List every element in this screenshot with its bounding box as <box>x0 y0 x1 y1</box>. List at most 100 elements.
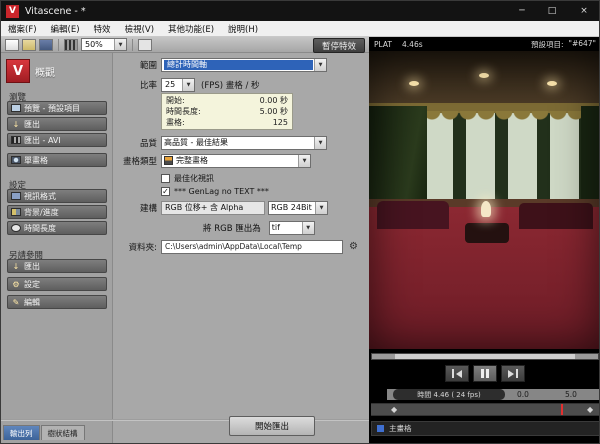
fps-select[interactable]: 25 ▼ <box>161 78 195 92</box>
pause-button[interactable] <box>473 365 497 382</box>
folder-path-field[interactable]: C:\Users\admin\AppData\Local\Temp <box>161 240 343 254</box>
menu-item-effects[interactable]: 特效 <box>87 23 118 35</box>
sidebar-item-video-format[interactable]: 視訊格式 <box>7 189 107 203</box>
minimize-button[interactable]: ─ <box>507 1 537 21</box>
film-icon <box>11 136 21 144</box>
timeline-end-value: 5.0 <box>565 390 577 399</box>
sidebar-item-preview-preset[interactable]: 預覽 - 預設項目 <box>7 101 107 115</box>
tab-tree-structure[interactable]: 樹狀結構 <box>41 425 85 440</box>
skip-end-icon <box>516 369 518 378</box>
build-format-select[interactable]: RGB 24Bit ▼ <box>268 201 328 215</box>
menu-item-file[interactable]: 檔案(F) <box>1 23 44 35</box>
genlag-label: *** GenLag no TEXT *** <box>174 187 269 196</box>
start-export-button[interactable]: 開始匯出 <box>229 416 315 436</box>
frame-type-select[interactable]: 完整畫格 ▼ <box>161 154 311 168</box>
preview-scrollbar[interactable] <box>371 353 599 360</box>
menu-item-help[interactable]: 說明(H) <box>221 23 265 35</box>
keyframe-diamond-icon[interactable]: ◆ <box>587 404 593 415</box>
quality-label: 品質 <box>113 137 157 149</box>
timeline-start-value: 0.0 <box>517 390 529 399</box>
info-value: 125 <box>273 118 288 127</box>
chevron-down-icon[interactable]: ▼ <box>298 155 310 167</box>
menu-item-extras[interactable]: 其他功能(E) <box>161 23 221 35</box>
playhead[interactable] <box>561 404 563 415</box>
sidebar-item-see-also-settings[interactable]: ⚙ 設定 <box>7 277 107 291</box>
vignette <box>369 51 600 349</box>
toolbar: 50% ▼ 暫停特效 <box>1 37 369 53</box>
sidebar-item-duration[interactable]: 時間長度 <box>7 221 107 235</box>
options-icon[interactable] <box>138 39 152 51</box>
range-label: 範圍 <box>113 59 157 71</box>
chevron-down-icon[interactable]: ▼ <box>302 222 314 234</box>
new-document-icon[interactable] <box>5 39 19 51</box>
frame-type-label: 畫格類型 <box>113 155 157 167</box>
sidebar-item-single-frame[interactable]: 單畫格 <box>7 153 107 167</box>
video-preview <box>369 51 600 349</box>
chevron-down-icon[interactable]: ▼ <box>114 39 126 50</box>
preset-value: "#647" <box>569 39 597 50</box>
folder-row: 資料夾: C:\Users\admin\AppData\Local\Temp ⚙ <box>113 239 369 254</box>
timeline-track[interactable]: ◆ ◆ <box>371 403 600 416</box>
skip-end-button[interactable] <box>501 365 525 382</box>
chevron-down-icon[interactable]: ▼ <box>314 137 326 149</box>
sidebar-item-label: 視訊格式 <box>24 191 56 202</box>
export-as-row: 將 RGB 匯出為 tif ▼ <box>113 220 369 235</box>
gear-icon[interactable]: ⚙ <box>349 241 358 252</box>
vitascene-logo-icon: V <box>6 59 30 83</box>
info-value: 0.00 秒 <box>260 95 288 106</box>
app-window: V Vitascene - * ─ □ × 檔案(F) 編輯(E) 特效 檢視(… <box>0 0 600 444</box>
render-icon[interactable] <box>64 39 78 51</box>
sidebar-item-background-progress[interactable]: 背景/進度 <box>7 205 107 219</box>
download-icon: ↓ <box>11 120 21 129</box>
sidebar-item-label: 預覽 - 預設項目 <box>24 103 80 114</box>
save-icon[interactable] <box>39 39 53 51</box>
preview-panel: PLAT 4.46s 預設項目: "#647" <box>369 37 600 444</box>
chevron-down-icon[interactable]: ▼ <box>182 79 194 91</box>
zoom-select[interactable]: 50% ▼ <box>81 38 127 51</box>
menu-item-view[interactable]: 檢視(V) <box>118 23 161 35</box>
rate-label: 比率 <box>113 79 157 91</box>
window-title: Vitascene - * <box>25 6 86 17</box>
open-folder-icon[interactable] <box>22 39 36 51</box>
sidebar-item-label: 單畫格 <box>24 155 48 166</box>
clock-icon <box>11 224 21 232</box>
tab-output-queue[interactable]: 輸出列 <box>3 425 40 440</box>
preview-app-tag: PLAT <box>374 40 392 49</box>
skip-start-button[interactable] <box>445 365 469 382</box>
overview-header: V 概觀 <box>6 59 108 83</box>
timeline-ruler[interactable]: 時間 4.46 ( 24 fps) 0.0 5.0 <box>387 389 600 400</box>
build-format-value: RGB 24Bit <box>271 203 312 212</box>
sidebar-item-label: 匯出 <box>24 119 40 130</box>
camera-icon <box>11 156 21 164</box>
monitor-icon <box>11 104 21 112</box>
close-button[interactable]: × <box>567 1 600 21</box>
preview-header: PLAT 4.46s 預設項目: "#647" <box>369 37 600 51</box>
menu-bar: 檔案(F) 編輯(E) 特效 檢視(V) 其他功能(E) 說明(H) <box>1 21 600 37</box>
pause-effects-button[interactable]: 暫停特效 <box>313 38 365 53</box>
info-row-duration: 時間長度: 5.00 秒 <box>166 106 288 117</box>
keyframe-lane: 主畫格 <box>371 421 600 436</box>
quality-select[interactable]: 高品質 - 最佳結果 ▼ <box>161 136 327 150</box>
optimize-video-label: 最佳化視訊 <box>174 173 214 184</box>
chevron-down-icon[interactable]: ▼ <box>315 202 327 214</box>
menu-item-edit[interactable]: 編輯(E) <box>44 23 87 35</box>
export-format-select[interactable]: tif ▼ <box>269 221 315 235</box>
skip-end-icon <box>508 370 514 378</box>
genlag-checkbox[interactable]: ✓ <box>161 187 170 196</box>
maximize-button[interactable]: □ <box>537 1 567 21</box>
sidebar-item-see-also-export[interactable]: ↓ 匯出 <box>7 259 107 273</box>
sidebar-item-label: 匯出 - AVI <box>24 135 61 146</box>
preset-label: 預設項目: <box>531 39 564 50</box>
range-select[interactable]: 總計時間軸 ▼ <box>161 58 327 72</box>
toolbar-separator <box>132 39 133 51</box>
sidebar: V 概觀 瀏覽 預覽 - 預設項目 ↓ 匯出 匯出 - AVI 單畫格 設定 視… <box>1 53 113 444</box>
sidebar-item-see-also-edit[interactable]: ✎ 編輯 <box>7 295 107 309</box>
scrollbar-thumb[interactable] <box>395 354 576 359</box>
sidebar-item-export-avi[interactable]: 匯出 - AVI <box>7 133 107 147</box>
optimize-video-checkbox[interactable] <box>161 174 170 183</box>
keyframe-diamond-icon[interactable]: ◆ <box>391 404 397 415</box>
folder-label: 資料夾: <box>113 241 157 253</box>
sidebar-item-export[interactable]: ↓ 匯出 <box>7 117 107 131</box>
chevron-down-icon[interactable]: ▼ <box>314 59 326 71</box>
build-value-box: RGB 位移+ 含 Alpha <box>161 201 265 215</box>
